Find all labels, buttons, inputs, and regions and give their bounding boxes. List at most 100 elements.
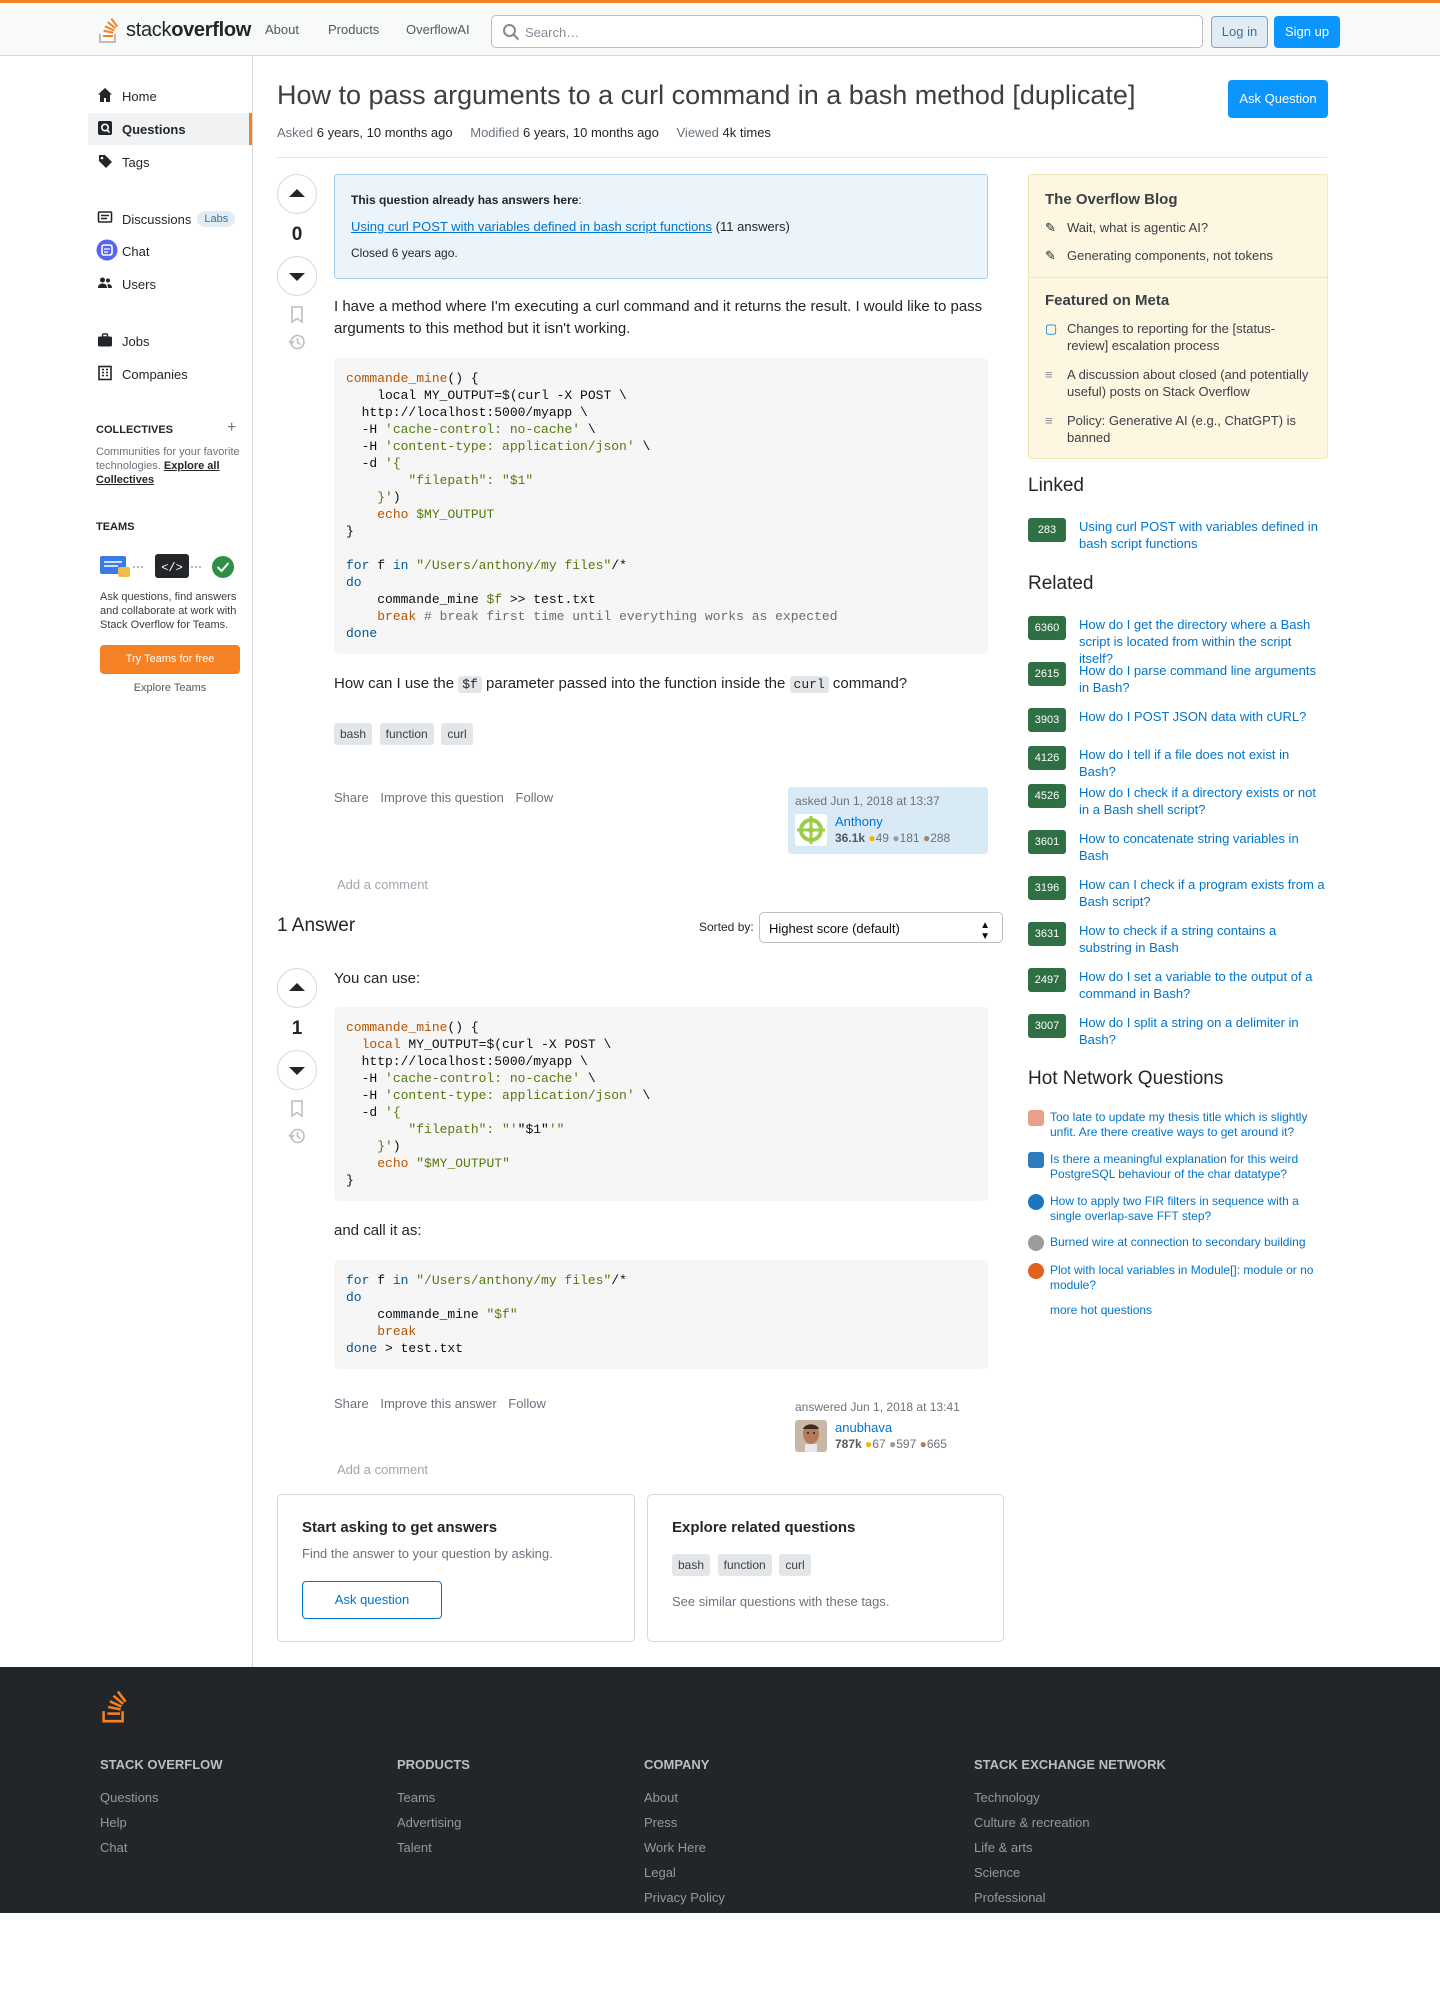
- related-question[interactable]: 3903 How do I POST JSON data with cURL?: [1028, 708, 1328, 732]
- footer-link[interactable]: Work Here: [644, 1840, 725, 1855]
- improve-question-link[interactable]: Improve this question: [380, 790, 504, 805]
- footer-link[interactable]: Talent: [397, 1840, 470, 1855]
- tag-curl[interactable]: curl: [441, 723, 473, 745]
- nav-overflowai[interactable]: OverflowAI: [406, 22, 470, 37]
- hot-question-link[interactable]: Is there a meaningful explanation for th…: [1050, 1152, 1328, 1182]
- sort-select[interactable]: Highest score (default) ▲ ▼: [759, 912, 1003, 943]
- hot-question-link[interactable]: How to apply two FIR filters in sequence…: [1050, 1194, 1328, 1224]
- hot-question-link[interactable]: Burned wire at connection to secondary b…: [1050, 1235, 1306, 1251]
- footer-link[interactable]: Help: [100, 1815, 223, 1830]
- try-teams-button[interactable]: Try Teams for free: [100, 645, 240, 674]
- linked-question-link[interactable]: Using curl POST with variables defined i…: [1079, 518, 1328, 552]
- downvote-button[interactable]: [277, 256, 317, 296]
- footer-link[interactable]: About: [644, 1790, 725, 1805]
- related-question[interactable]: 2615 How do I parse command line argument…: [1028, 662, 1328, 696]
- user-name[interactable]: anubhava: [835, 1420, 892, 1435]
- ask-question-button[interactable]: Ask Question: [1228, 80, 1328, 118]
- improve-answer-link[interactable]: Improve this answer: [380, 1396, 496, 1411]
- tag-curl[interactable]: curl: [779, 1554, 811, 1576]
- login-button[interactable]: Log in: [1211, 16, 1268, 48]
- sidebar-item-users[interactable]: Users: [88, 268, 252, 300]
- add-comment-link[interactable]: Add a comment: [337, 877, 428, 892]
- meta-item[interactable]: ▢ Changes to reporting for the [status-re…: [1045, 320, 1315, 354]
- upvote-button[interactable]: [277, 174, 317, 214]
- linked-question[interactable]: 283 Using curl POST with variables define…: [1028, 518, 1328, 552]
- follow-link[interactable]: Follow: [516, 790, 554, 805]
- tag-bash[interactable]: bash: [672, 1554, 711, 1576]
- hot-question[interactable]: Too late to update my thesis title which…: [1028, 1110, 1328, 1140]
- bookmark-icon[interactable]: [277, 1100, 317, 1123]
- related-question[interactable]: 6360 How do I get the directory where a B…: [1028, 616, 1328, 667]
- add-collective-icon[interactable]: +: [227, 419, 236, 437]
- upvote-button[interactable]: [277, 968, 317, 1008]
- footer-link[interactable]: Professional: [974, 1890, 1166, 1905]
- related-question-link[interactable]: How do I set a variable to the output of…: [1079, 968, 1328, 1002]
- footer-link[interactable]: Privacy Policy: [644, 1890, 725, 1905]
- downvote-button[interactable]: [277, 1050, 317, 1090]
- related-question-link[interactable]: How can I check if a program exists from…: [1079, 876, 1328, 910]
- footer-link[interactable]: Chat: [100, 1840, 223, 1855]
- question-title[interactable]: How to pass arguments to a curl command …: [277, 80, 1157, 111]
- footer-link[interactable]: Legal: [644, 1865, 725, 1880]
- tag-function[interactable]: function: [717, 1554, 772, 1576]
- duplicate-link[interactable]: Using curl POST with variables defined i…: [351, 219, 712, 234]
- history-icon[interactable]: [277, 333, 317, 356]
- blog-item[interactable]: ✎ Wait, what is agentic AI?: [1045, 219, 1315, 236]
- user-name[interactable]: Anthony: [835, 814, 883, 829]
- related-question-link[interactable]: How do I check if a directory exists or …: [1079, 784, 1328, 818]
- sidebar-item-questions[interactable]: Questions: [88, 113, 252, 145]
- related-question-link[interactable]: How do I split a string on a delimiter i…: [1079, 1014, 1328, 1048]
- site-logo[interactable]: stackoverflow: [96, 13, 251, 47]
- related-question-link[interactable]: How to check if a string contains a subs…: [1079, 922, 1328, 956]
- related-question-link[interactable]: How to concatenate string variables in B…: [1079, 830, 1328, 864]
- sidebar-item-discussions[interactable]: Discussions Labs: [88, 203, 252, 235]
- related-question[interactable]: 3196 How can I check if a program exists …: [1028, 876, 1328, 910]
- meta-item[interactable]: ≡ Policy: Generative AI (e.g., ChatGPT) i…: [1045, 412, 1315, 446]
- footer-link[interactable]: Technology: [974, 1790, 1166, 1805]
- nav-products[interactable]: Products: [328, 22, 379, 37]
- signup-button[interactable]: Sign up: [1274, 16, 1340, 48]
- hot-question[interactable]: How to apply two FIR filters in sequence…: [1028, 1194, 1328, 1224]
- related-question[interactable]: 4526 How do I check if a directory exists…: [1028, 784, 1328, 818]
- add-comment-link[interactable]: Add a comment: [337, 1462, 428, 1477]
- explore-teams-link[interactable]: Explore Teams: [100, 682, 240, 694]
- blog-item[interactable]: ✎ Generating components, not tokens: [1045, 247, 1315, 264]
- avatar[interactable]: [795, 1420, 827, 1452]
- bookmark-icon[interactable]: [277, 306, 317, 329]
- footer-logo-icon[interactable]: [98, 1687, 132, 1725]
- avatar[interactable]: [795, 814, 827, 846]
- hot-question[interactable]: Is there a meaningful explanation for th…: [1028, 1152, 1328, 1182]
- related-question[interactable]: 2497 How do I set a variable to the outpu…: [1028, 968, 1328, 1002]
- related-question-link[interactable]: How do I tell if a file does not exist i…: [1079, 746, 1328, 780]
- related-question-link[interactable]: How do I parse command line arguments in…: [1079, 662, 1328, 696]
- sidebar-item-jobs[interactable]: Jobs: [88, 325, 252, 357]
- footer-link[interactable]: Culture & recreation: [974, 1815, 1166, 1830]
- history-icon[interactable]: [277, 1127, 317, 1150]
- sidebar-item-tags[interactable]: Tags: [88, 146, 252, 178]
- related-question-link[interactable]: How do I get the directory where a Bash …: [1079, 616, 1328, 667]
- footer-link[interactable]: Life & arts: [974, 1840, 1166, 1855]
- more-hot-questions-link[interactable]: more hot questions: [1050, 1303, 1152, 1317]
- related-question[interactable]: 3007 How do I split a string on a delimit…: [1028, 1014, 1328, 1048]
- related-question[interactable]: 3601 How to concatenate string variables …: [1028, 830, 1328, 864]
- related-question[interactable]: 4126 How do I tell if a file does not exi…: [1028, 746, 1328, 780]
- sidebar-item-home[interactable]: Home: [88, 80, 252, 112]
- hot-question-link[interactable]: Plot with local variables in Module[]: m…: [1050, 1263, 1328, 1293]
- footer-link[interactable]: Press: [644, 1815, 725, 1830]
- footer-link[interactable]: Science: [974, 1865, 1166, 1880]
- follow-link[interactable]: Follow: [508, 1396, 546, 1411]
- footer-link[interactable]: Questions: [100, 1790, 223, 1805]
- hot-question[interactable]: Plot with local variables in Module[]: m…: [1028, 1263, 1328, 1293]
- meta-item[interactable]: ≡ A discussion about closed (and potentia…: [1045, 366, 1315, 400]
- related-question[interactable]: 3631 How to check if a string contains a …: [1028, 922, 1328, 956]
- share-link[interactable]: Share: [334, 1396, 369, 1411]
- share-link[interactable]: Share: [334, 790, 369, 805]
- sidebar-item-companies[interactable]: Companies: [88, 358, 252, 390]
- hot-question[interactable]: Burned wire at connection to secondary b…: [1028, 1235, 1328, 1251]
- tag-bash[interactable]: bash: [334, 723, 373, 745]
- sidebar-item-chat[interactable]: Chat: [88, 235, 252, 267]
- search-input[interactable]: Search…: [491, 15, 1203, 48]
- footer-link[interactable]: Advertising: [397, 1815, 470, 1830]
- related-question-link[interactable]: How do I POST JSON data with cURL?: [1079, 708, 1306, 732]
- tag-function[interactable]: function: [379, 723, 434, 745]
